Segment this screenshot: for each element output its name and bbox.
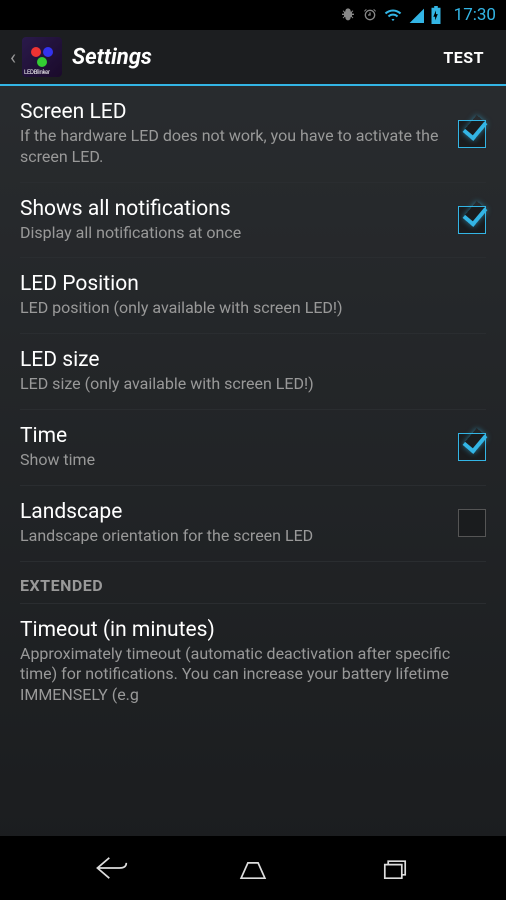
test-button[interactable]: TEST <box>431 40 496 75</box>
setting-title: Screen LED <box>20 100 448 124</box>
setting-title: LED Position <box>20 272 476 296</box>
status-bar: 17:30 <box>0 0 506 30</box>
setting-title: Shows all notifications <box>20 197 448 221</box>
setting-time[interactable]: Time Show time <box>20 410 486 486</box>
checkbox[interactable] <box>458 120 486 148</box>
checkbox[interactable] <box>458 509 486 537</box>
back-caret-icon[interactable]: ‹ <box>10 45 16 69</box>
setting-shows-all-notifications[interactable]: Shows all notifications Display all noti… <box>20 183 486 259</box>
setting-subtitle: LED position (only available with screen… <box>20 298 476 319</box>
setting-subtitle: Show time <box>20 450 448 471</box>
checkbox[interactable] <box>458 206 486 234</box>
action-bar: ‹ LEDBlinker Settings TEST <box>0 30 506 86</box>
page-title: Settings <box>72 45 431 70</box>
wifi-icon <box>384 7 402 23</box>
setting-subtitle: If the hardware LED does not work, you h… <box>20 126 448 168</box>
nav-recent-button[interactable] <box>365 848 425 888</box>
alarm-icon <box>362 7 378 23</box>
debug-icon <box>340 7 356 23</box>
checkbox[interactable] <box>458 433 486 461</box>
status-time: 17:30 <box>454 5 496 25</box>
setting-title: Timeout (in minutes) <box>20 618 476 642</box>
setting-subtitle: Approximately timeout (automatic deactiv… <box>20 644 476 706</box>
signal-icon <box>408 7 424 23</box>
setting-title: LED size <box>20 348 476 372</box>
setting-led-size[interactable]: LED size LED size (only available with s… <box>20 334 486 410</box>
navigation-bar <box>0 836 506 900</box>
setting-title: Landscape <box>20 500 448 524</box>
setting-led-position[interactable]: LED Position LED position (only availabl… <box>20 258 486 334</box>
setting-landscape[interactable]: Landscape Landscape orientation for the … <box>20 486 486 562</box>
nav-back-button[interactable] <box>81 848 141 888</box>
settings-list: Screen LED If the hardware LED does not … <box>0 86 506 720</box>
setting-title: Time <box>20 424 448 448</box>
setting-timeout[interactable]: Timeout (in minutes) Approximately timeo… <box>20 604 486 720</box>
setting-subtitle: Display all notifications at once <box>20 223 448 244</box>
setting-subtitle: Landscape orientation for the screen LED <box>20 526 448 547</box>
app-icon[interactable]: LEDBlinker <box>22 37 62 77</box>
nav-home-button[interactable] <box>223 848 283 888</box>
section-header-extended: EXTENDED <box>20 562 486 604</box>
setting-screen-led[interactable]: Screen LED If the hardware LED does not … <box>20 86 486 183</box>
setting-subtitle: LED size (only available with screen LED… <box>20 374 476 395</box>
battery-icon <box>430 6 442 24</box>
